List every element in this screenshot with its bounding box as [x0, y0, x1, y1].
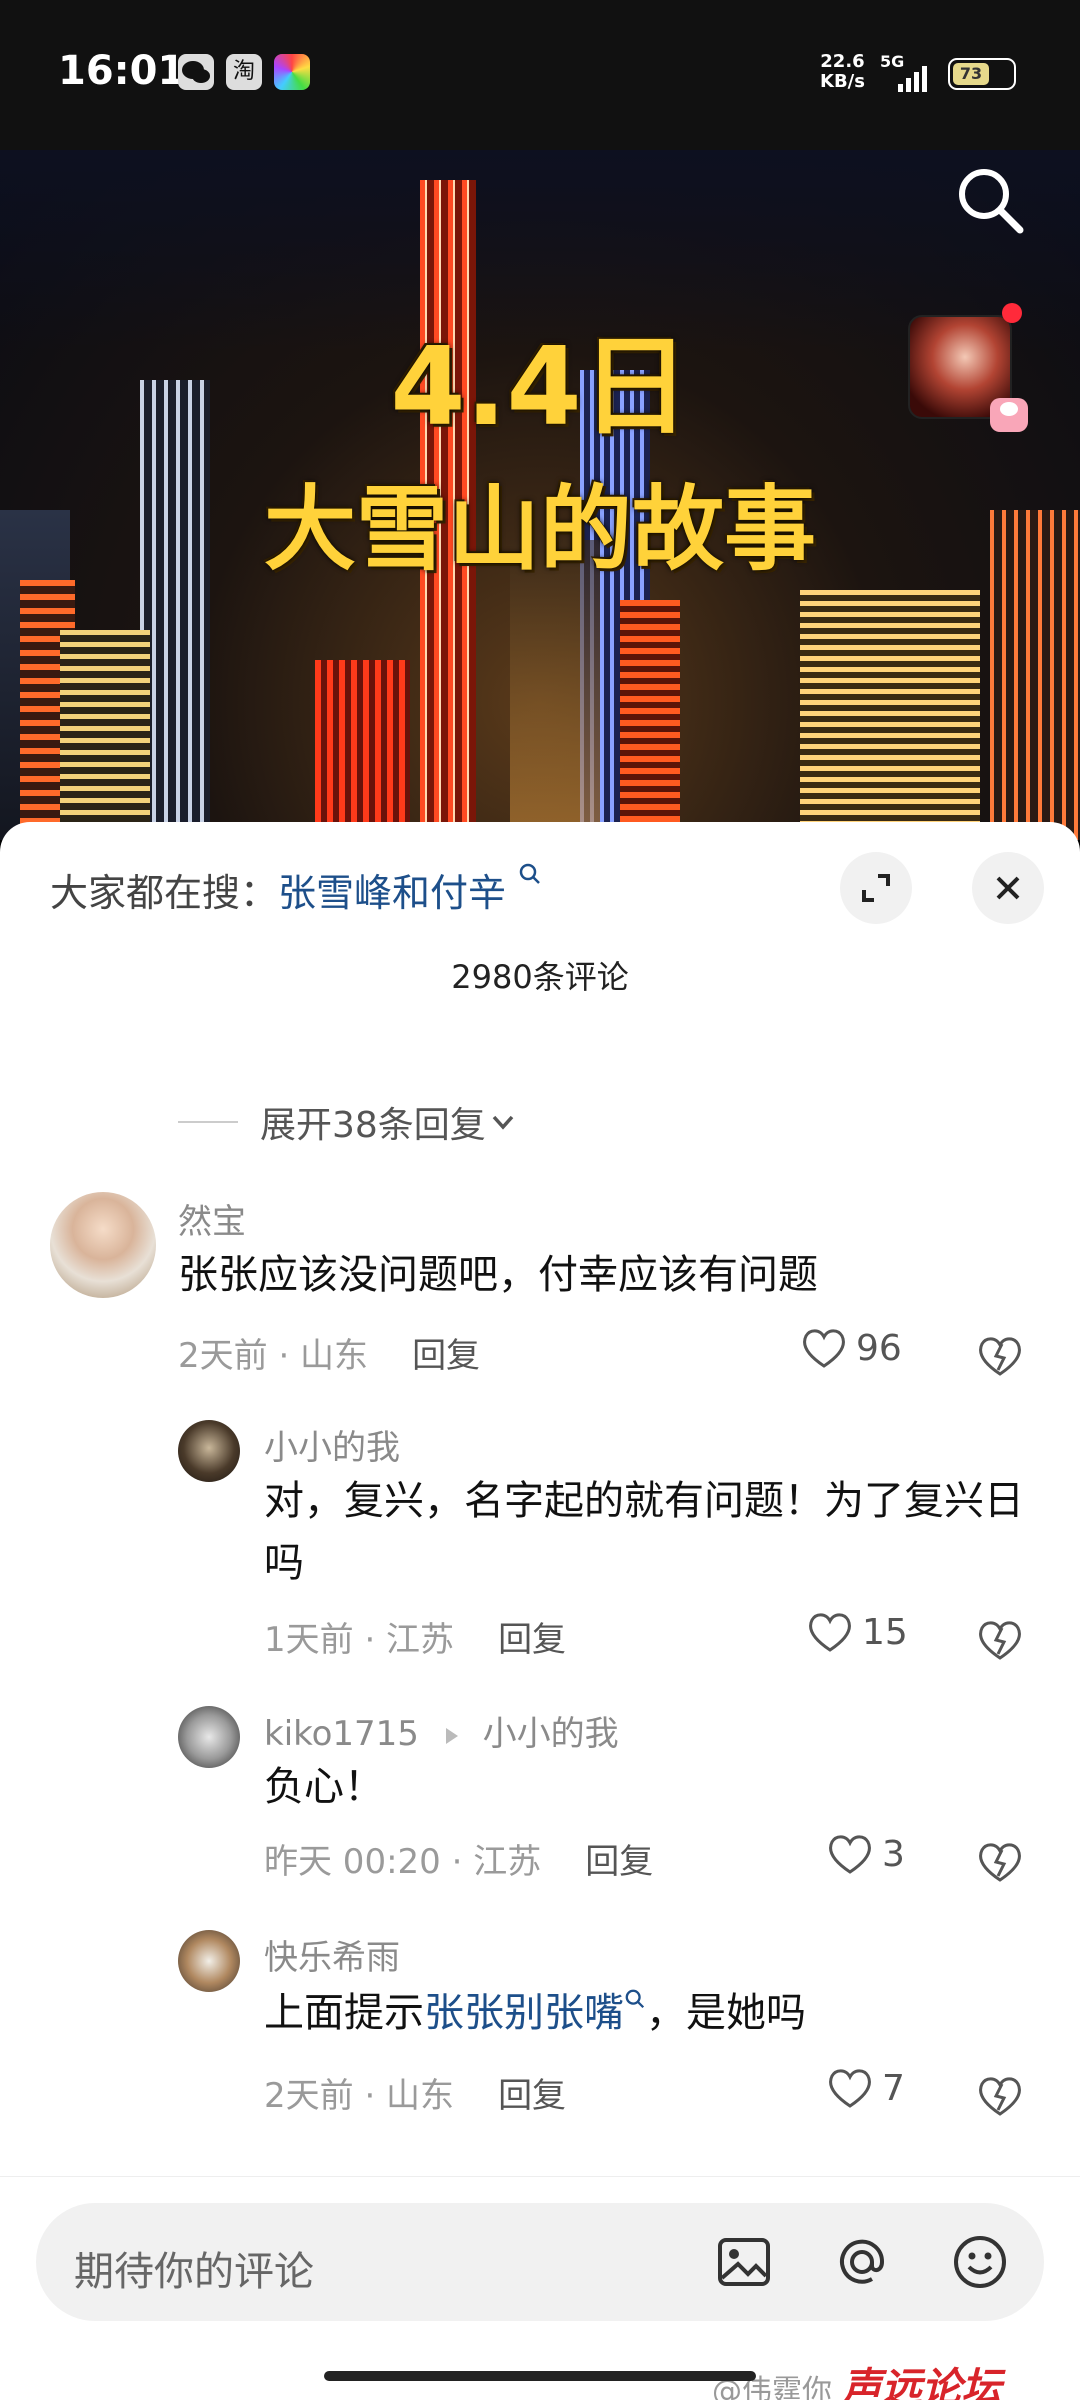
- reply-button[interactable]: 回复: [585, 1842, 653, 1882]
- reply-meta: 昨天 00:20 · 江苏 回复: [264, 1834, 653, 1883]
- expand-replies-label: 展开38条回复: [260, 1105, 486, 1146]
- live-indicator-icon: [1002, 303, 1022, 323]
- like-button[interactable]: 3: [826, 1832, 905, 1876]
- battery-icon: 73: [948, 58, 1016, 90]
- hot-search-bar[interactable]: 大家都在搜：张雪峰和付辛: [50, 862, 542, 917]
- heart-icon: [809, 1613, 851, 1652]
- like-count: 96: [856, 1327, 902, 1369]
- reply-text: 对，复兴，名字起的就有问题！为了复兴日吗: [264, 1478, 1024, 1586]
- city-building: [620, 600, 680, 840]
- reply-username[interactable]: 小小的我: [264, 1420, 400, 1469]
- reply-time-location: 2天前 · 山东: [264, 2076, 455, 2116]
- comment-text: 张张应该没问题吧，付幸应该有问题: [178, 1252, 818, 1298]
- reply-meta: 1天前 · 江苏 回复: [264, 1612, 566, 1661]
- expand-replies-button[interactable]: 展开38条回复: [178, 1096, 520, 1148]
- reply-username[interactable]: 快乐希雨: [264, 1930, 400, 1979]
- signal-icon: [898, 62, 927, 92]
- like-count: 15: [862, 1611, 908, 1653]
- avatar[interactable]: [50, 1192, 156, 1298]
- comment-time-location: 2天前 · 山东: [178, 1336, 369, 1376]
- avatar[interactable]: [178, 1930, 240, 1992]
- photos-icon: [274, 54, 310, 90]
- comment-input[interactable]: 期待你的评论: [36, 2203, 1044, 2321]
- reply-to-username: 小小的我: [482, 1714, 619, 1754]
- search-icon[interactable]: [950, 160, 1030, 240]
- reply-button[interactable]: 回复: [412, 1336, 480, 1376]
- status-bar: 16:01 淘 22.6 KB/s 5G 73: [0, 0, 1080, 150]
- video-player[interactable]: 4.4日 大雪山的故事: [0, 150, 1080, 840]
- heart-icon: [829, 2069, 871, 2108]
- clock: 16:01: [58, 48, 186, 94]
- reply-username[interactable]: kiko1715 小小的我: [264, 1706, 619, 1755]
- wechat-icon: [178, 54, 214, 90]
- fullscreen-button[interactable]: [840, 852, 912, 924]
- reply-time-location: 昨天 00:20 · 江苏: [264, 1842, 542, 1882]
- avatar[interactable]: [178, 1420, 240, 1482]
- city-building: [315, 660, 410, 840]
- heart-icon: [829, 1835, 871, 1874]
- chevron-down-icon: [492, 1115, 514, 1130]
- comment-username[interactable]: 然宝: [178, 1194, 246, 1243]
- avatar[interactable]: [178, 1706, 240, 1768]
- emoji-icon[interactable]: [950, 2232, 1010, 2292]
- taobao-icon: 淘: [226, 54, 262, 90]
- city-building: [800, 590, 980, 840]
- reply-arrow-icon: [445, 1727, 458, 1744]
- dislike-icon[interactable]: [976, 1332, 1024, 1380]
- reply-text: 上面提示张张别张嘴 ，是她吗: [264, 1989, 806, 2036]
- comment-meta: 2天前 · 山东 回复: [178, 1328, 480, 1377]
- comment-input-bar: 期待你的评论 @伟霆你 声远论坛: [0, 2176, 1080, 2400]
- search-small-icon: [625, 1989, 645, 2009]
- hot-search-keyword[interactable]: 张雪峰和付辛: [278, 871, 506, 915]
- like-button[interactable]: 15: [806, 1610, 908, 1654]
- like-button[interactable]: 96: [800, 1326, 902, 1370]
- reply-button[interactable]: 回复: [498, 2076, 566, 2116]
- reply-text: 负心！: [264, 1764, 384, 1810]
- reply-meta: 2天前 · 山东 回复: [264, 2068, 566, 2117]
- comment-sheet: 大家都在搜：张雪峰和付辛 2980条评论 展开38条回复 然宝 张张应该没问题吧…: [0, 822, 1080, 2400]
- dislike-icon[interactable]: [976, 1616, 1024, 1664]
- heart-icon: [803, 1329, 845, 1368]
- like-count: 7: [882, 2067, 905, 2109]
- home-indicator[interactable]: [324, 2371, 756, 2381]
- comment-input-placeholder: 期待你的评论: [74, 2249, 314, 2295]
- dislike-icon[interactable]: [976, 2072, 1024, 2120]
- network-speed: 22.6 KB/s: [820, 51, 865, 92]
- like-button[interactable]: 7: [826, 2066, 905, 2110]
- city-building: [60, 630, 150, 840]
- chat-bubble-icon[interactable]: [990, 398, 1028, 432]
- notification-icons: 淘: [178, 54, 310, 90]
- battery-level: 73: [953, 63, 989, 85]
- hot-search-label: 大家都在搜：: [50, 871, 279, 915]
- expand-icon: [862, 874, 890, 902]
- image-icon[interactable]: [714, 2232, 774, 2292]
- close-icon: [996, 876, 1020, 900]
- reply-time-location: 1天前 · 江苏: [264, 1620, 455, 1660]
- dislike-icon[interactable]: [976, 1838, 1024, 1886]
- video-title-line2: 大雪山的故事: [263, 476, 816, 583]
- divider: [178, 1121, 238, 1123]
- reply-button[interactable]: 回复: [498, 1620, 566, 1660]
- comment-count: 2980条评论: [451, 958, 629, 996]
- like-count: 3: [882, 1833, 905, 1875]
- search-keyword-link[interactable]: 张张别张嘴: [424, 1990, 624, 2036]
- at-mention-icon[interactable]: [832, 2232, 892, 2292]
- close-button[interactable]: [972, 852, 1044, 924]
- search-small-icon: [519, 863, 541, 884]
